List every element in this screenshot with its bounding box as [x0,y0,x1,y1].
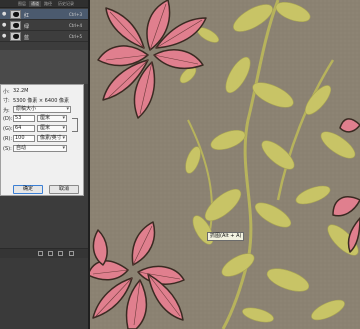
fit-to-dropdown[interactable]: 原稿大小 [13,106,71,113]
channels-footer-bar [0,248,88,258]
channel-thumbnail [10,21,21,30]
dimensions-label: 寸: [3,98,10,104]
resolution-unit-dropdown[interactable]: 像素/英寸 [37,135,67,142]
document-canvas[interactable] [88,0,360,329]
ok-button[interactable]: 确定 [13,185,43,194]
constrain-link-icon[interactable] [72,118,78,132]
size-label: 小: [3,89,10,95]
channel-row-green[interactable]: ● 绿 Ctrl+4 [0,20,88,31]
dimensions-value: 5300 像素 × 6400 像素 [13,98,69,104]
tab-channels[interactable]: 通道 [29,1,41,7]
visibility-eye-icon[interactable]: ● [2,23,8,28]
tab-paths[interactable]: 路径 [44,1,52,7]
width-label: (D): [3,116,13,122]
resolution-input[interactable]: 100 [13,135,35,142]
canvas-divider [88,0,90,329]
resolution-label: (R): [3,136,13,142]
channel-row-blue[interactable]: ● 蓝 Ctrl+5 [0,31,88,42]
height-unit-dropdown[interactable]: 厘米 [37,125,67,132]
load-selection-icon[interactable] [38,251,43,256]
channel-name: 绿 [24,24,30,30]
channel-thumbnail [10,32,21,41]
delete-channel-icon[interactable] [69,251,74,256]
visibility-eye-icon[interactable]: ● [2,12,8,17]
tab-layers[interactable]: 图层 [18,1,26,7]
height-input[interactable]: 64 [13,125,35,132]
cancel-button[interactable]: 取消 [49,185,79,194]
left-panel: 图层 通道 路径 历史记录 ● 红 Ctrl+3 ● 绿 Ctrl+4 ● 蓝 … [0,0,88,329]
channel-thumbnail [10,10,21,19]
resample-dropdown[interactable]: 自动 [13,145,67,152]
floral-pattern-image [88,0,360,329]
channel-shortcut: Ctrl+5 [68,34,82,39]
width-unit-dropdown[interactable]: 厘米 [37,115,67,122]
channel-name: 红 [24,13,30,19]
panel-tab-bar: 图层 通道 路径 历史记录 [0,0,88,8]
visibility-eye-icon[interactable]: ● [2,34,8,39]
channel-name: 蓝 [24,35,30,41]
save-selection-icon[interactable] [48,251,53,256]
fit-to-label: 为: [3,108,10,114]
width-input[interactable]: 53 [13,115,35,122]
image-size-dialog: 小: 32.2M 寸: 5300 像素 × 6400 像素 为: 原稿大小 (D… [0,84,84,196]
size-value: 32.2M [13,88,29,94]
channel-shortcut: Ctrl+3 [68,12,82,17]
height-label: (G): [3,126,13,132]
channel-shortcut: Ctrl+4 [68,23,82,28]
resample-label: (S): [3,146,12,152]
tab-history[interactable]: 历史记录 [58,1,74,7]
panel-empty-area [0,50,88,84]
new-channel-icon[interactable] [58,251,63,256]
screenshot-tooltip: 抓图(Alt + A) [207,232,245,241]
channel-row-red[interactable]: ● 红 Ctrl+3 [0,9,88,20]
panel-bottom-area [0,258,88,329]
